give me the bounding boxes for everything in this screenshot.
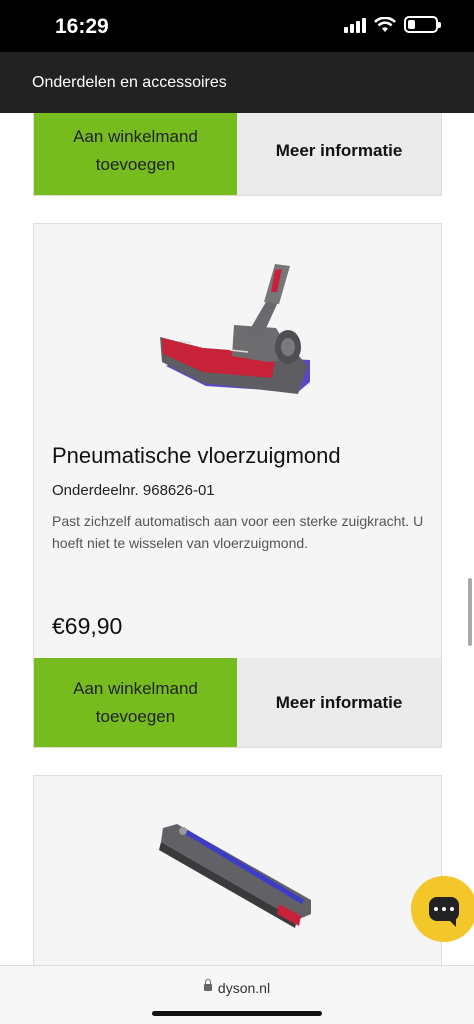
product-card: Aan winkelmand toevoegen Meer informatie — [33, 113, 442, 196]
product-card: Pneumatische vloerzuigmond Onderdeelnr. … — [33, 223, 442, 748]
page-title: Onderdelen en accessoires — [32, 74, 227, 91]
status-time: 16:29 — [55, 15, 109, 38]
product-card — [33, 775, 442, 965]
product-description: Past zichzelf automatisch aan voor een s… — [52, 513, 424, 551]
home-indicator[interactable] — [152, 1011, 322, 1016]
status-bar: 16:29 — [0, 0, 474, 52]
card-actions: Aan winkelmand toevoegen Meer informatie — [34, 113, 441, 195]
app-header: Onderdelen en accessoires — [0, 52, 474, 113]
more-info-button[interactable]: Meer informatie — [237, 113, 441, 195]
add-to-cart-button[interactable]: Aan winkelmand toevoegen — [34, 113, 237, 195]
browser-bar: dyson.nl — [0, 965, 474, 1024]
url-bar[interactable]: dyson.nl — [0, 979, 474, 996]
floor-nozzle-image[interactable] — [34, 244, 441, 404]
lock-icon — [203, 979, 212, 993]
cellular-signal-icon — [344, 17, 366, 33]
chat-icon — [429, 897, 459, 927]
product-name[interactable]: Pneumatische vloerzuigmond — [52, 443, 341, 469]
product-list[interactable]: Aan winkelmand toevoegen Meer informatie… — [0, 113, 474, 965]
status-icons — [344, 16, 441, 33]
more-info-button[interactable]: Meer informatie — [237, 658, 441, 747]
chat-button[interactable] — [411, 876, 474, 942]
battery-icon — [404, 16, 441, 33]
add-to-cart-button[interactable]: Aan winkelmand toevoegen — [34, 658, 237, 747]
url-text: dyson.nl — [217, 980, 271, 996]
crevice-tool-image[interactable] — [34, 816, 441, 946]
wifi-icon — [374, 16, 396, 32]
scrollbar[interactable] — [468, 578, 472, 646]
card-actions: Aan winkelmand toevoegen Meer informatie — [34, 658, 441, 747]
part-number: Onderdeelnr. 968626-01 — [52, 482, 215, 499]
product-price: €69,90 — [52, 613, 123, 639]
